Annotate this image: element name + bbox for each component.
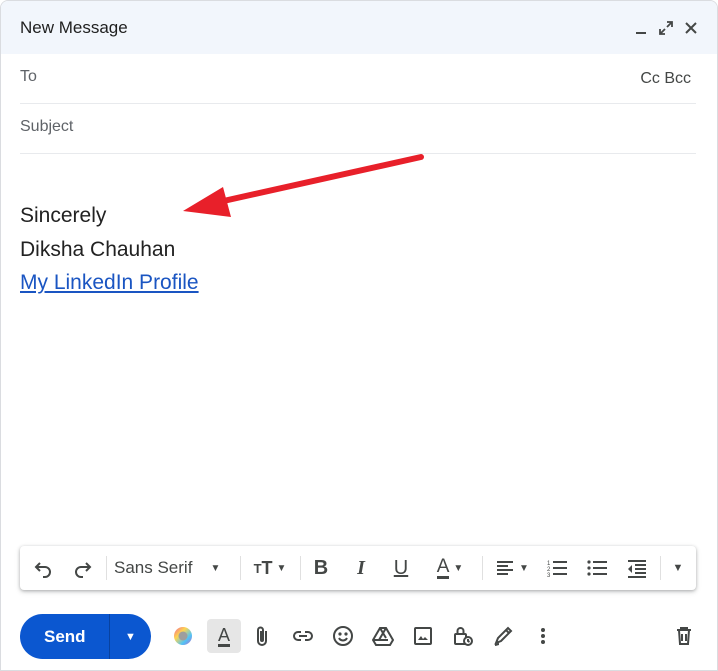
photo-icon[interactable]	[408, 621, 438, 651]
toolbar-separator	[240, 556, 241, 580]
link-icon[interactable]	[288, 621, 318, 651]
toolbar-separator	[660, 556, 661, 580]
svg-text:3: 3	[547, 573, 551, 578]
text-size-glyph-large: T	[261, 557, 273, 578]
font-select[interactable]: Sans Serif ▼	[114, 554, 232, 582]
chevron-down-icon: ▼	[276, 562, 287, 574]
numbered-list-icon[interactable]: 123	[544, 554, 570, 582]
chevron-down-icon: ▼	[453, 562, 464, 574]
compose-window: New Message To Cc Bcc Subject Sincerely …	[0, 0, 718, 671]
drive-icon[interactable]	[368, 621, 398, 651]
undo-icon[interactable]	[30, 554, 56, 582]
signature-icon[interactable]	[488, 621, 518, 651]
send-button[interactable]: Send	[44, 627, 86, 647]
toolbar-separator	[106, 556, 107, 580]
more-formatting-icon[interactable]: ▼	[666, 554, 690, 582]
font-name: Sans Serif	[114, 558, 193, 577]
toolbar-separator	[300, 556, 301, 580]
italic-icon[interactable]: I	[348, 554, 374, 582]
chevron-down-icon: ▼	[519, 562, 529, 574]
attach-icon[interactable]	[248, 621, 278, 651]
formatting-toolbar: Sans Serif ▼ T T ▼ B I U A ▼ ▼ 123 ▼	[20, 546, 696, 590]
emoji-icon[interactable]	[328, 621, 358, 651]
text-color-glyph: A	[436, 555, 450, 579]
formatting-options-icon[interactable]: A	[207, 619, 241, 653]
underline-icon[interactable]: U	[388, 554, 414, 582]
text-size-glyph: T	[253, 560, 262, 576]
bold-icon[interactable]: B	[308, 554, 334, 582]
toolbar-separator	[482, 556, 483, 580]
more-options-icon[interactable]	[528, 621, 558, 651]
send-button-group: Send ▼	[20, 614, 151, 659]
chevron-down-icon: ▼	[210, 562, 221, 574]
indent-less-icon[interactable]	[624, 554, 650, 582]
confidential-icon[interactable]	[448, 621, 478, 651]
bulleted-list-icon[interactable]	[584, 554, 610, 582]
text-color-icon[interactable]: A ▼	[428, 554, 472, 582]
text-size-icon[interactable]: T T ▼	[248, 554, 292, 582]
trash-icon[interactable]	[669, 621, 699, 651]
align-icon[interactable]: ▼	[490, 554, 534, 582]
send-options-icon[interactable]: ▼	[110, 614, 151, 659]
redo-icon[interactable]	[70, 554, 96, 582]
formatting-options-glyph: A	[217, 624, 230, 647]
color-picker-icon[interactable]	[168, 621, 198, 651]
